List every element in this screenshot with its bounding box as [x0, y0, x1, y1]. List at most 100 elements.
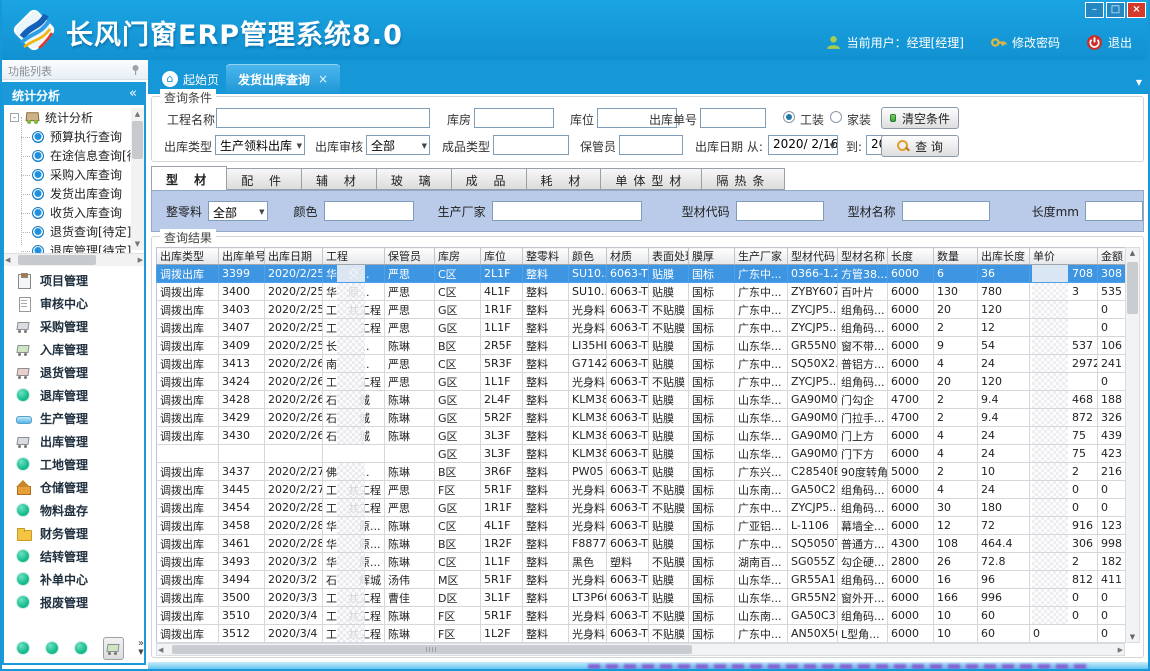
- column-header[interactable]: 单价: [1030, 248, 1098, 265]
- table-row[interactable]: 调拨出库34932020/3/2华 原...陈琳C区1L1F整料黑色塑料不贴膜国…: [157, 553, 1126, 571]
- tree-item[interactable]: 退货查询[待定]: [4, 222, 144, 241]
- sidebar-item-入库管理[interactable]: 入库管理: [4, 338, 144, 361]
- tree-horizontal-scrollbar[interactable]: ◀ ▶: [4, 253, 144, 266]
- tree-item[interactable]: 退库管理[待定]: [4, 241, 144, 253]
- material-tab[interactable]: 成 品: [452, 168, 527, 190]
- scroll-up-icon[interactable]: ▲: [1126, 249, 1139, 257]
- material-tab[interactable]: 配 件: [227, 168, 302, 190]
- table-row[interactable]: 调拨出库35122020/3/4工 共工程陈琳F区1L2F整料光身料6063-T…: [157, 625, 1126, 643]
- tree-item[interactable]: 发货出库查询: [4, 184, 144, 203]
- table-row[interactable]: 调拨出库34372020/2/27佛 ...陈琳B区3R6F整料PW056063…: [157, 463, 1126, 481]
- sidebar-item-审核中心[interactable]: 审核中心: [4, 292, 144, 315]
- project-name-input[interactable]: [216, 108, 430, 128]
- table-row[interactable]: 调拨出库34072020/2/25工 工程严思G区1L1F整料光身料6063-T…: [157, 319, 1126, 337]
- table-row[interactable]: 调拨出库35002020/3/3工 共工程曹佳D区3L1F整料LT3P60606…: [157, 589, 1126, 607]
- sidebar-item-仓储管理[interactable]: 仓储管理: [4, 476, 144, 499]
- filter-input[interactable]: [492, 201, 642, 221]
- tree-root[interactable]: - 统计分析: [4, 108, 144, 127]
- sidebar-item-结转管理[interactable]: 结转管理: [4, 545, 144, 568]
- material-tab[interactable]: 玻 璃: [377, 168, 452, 190]
- column-header[interactable]: 型材名称: [838, 248, 888, 265]
- table-row[interactable]: 调拨出库34542020/2/28工 共工程严思G区1R1F整料光身料6063-…: [157, 499, 1126, 517]
- scroll-left-icon[interactable]: ◀: [5, 254, 10, 267]
- filter-input[interactable]: [736, 201, 824, 221]
- column-header[interactable]: 库房: [435, 248, 481, 265]
- table-row[interactable]: 调拨出库34452020/2/27工 共工程严思F区5R1F整料光身料6063-…: [157, 481, 1126, 499]
- scroll-down-icon[interactable]: ▼: [1126, 633, 1139, 641]
- material-tab[interactable]: 单体型材: [601, 168, 702, 190]
- tree-item[interactable]: 采购入库查询: [4, 165, 144, 184]
- table-row[interactable]: 调拨出库34032020/2/25工 共工程严思G区1R1F整料光身料6063-…: [157, 301, 1126, 319]
- column-header[interactable]: 数量: [934, 248, 978, 265]
- sidebar-item-退库管理[interactable]: 退库管理: [4, 384, 144, 407]
- sidebar-item-项目管理[interactable]: 项目管理: [4, 269, 144, 292]
- tab-shipping-query[interactable]: 发货出库查询 ×: [226, 64, 340, 94]
- green-dot-icon[interactable]: [16, 641, 31, 656]
- table-row[interactable]: 调拨出库34302020/2/26石 城陈琳G区3L3F整料KLM3817606…: [157, 427, 1126, 445]
- sidebar-item-财务管理[interactable]: 财务管理: [4, 522, 144, 545]
- sidebar-item-补单中心[interactable]: 补单中心: [4, 568, 144, 591]
- column-header[interactable]: 生产厂家: [735, 248, 788, 265]
- out-type-select[interactable]: 生产领料出库: [215, 135, 305, 155]
- table-row[interactable]: 调拨出库34582020/2/28华 原...陈琳C区4L1F整料光身料6063…: [157, 517, 1126, 535]
- date-from-select[interactable]: 2020/ 2/16: [768, 135, 838, 155]
- cart-tool-button[interactable]: [103, 637, 124, 660]
- column-header[interactable]: 库位: [481, 248, 523, 265]
- column-header[interactable]: 材质: [607, 248, 649, 265]
- table-row[interactable]: 调拨出库34282020/2/26石 城陈琳G区2L4F整料KLM3817606…: [157, 391, 1126, 409]
- scrollbar-thumb[interactable]: [132, 121, 143, 159]
- scroll-up-icon[interactable]: ▲: [131, 108, 144, 120]
- material-tab[interactable]: 耗 材: [527, 168, 602, 190]
- column-header[interactable]: 出库长度: [978, 248, 1030, 265]
- scroll-left-icon[interactable]: ◀: [158, 644, 163, 656]
- scroll-down-icon[interactable]: ▼: [131, 238, 144, 250]
- scrollbar-thumb[interactable]: [1127, 262, 1138, 314]
- product-type-input[interactable]: [493, 135, 569, 155]
- warehouse-input[interactable]: [474, 108, 554, 128]
- green-dot-icon[interactable]: [74, 641, 89, 656]
- tree-item[interactable]: 预算执行查询: [4, 127, 144, 146]
- table-row[interactable]: 调拨出库34292020/2/26石 城陈琳G区5R2F整料KLM3817606…: [157, 409, 1126, 427]
- scroll-right-icon[interactable]: ▶: [138, 254, 143, 267]
- minimize-button[interactable]: –: [1085, 2, 1104, 18]
- column-header[interactable]: 出库日期: [265, 248, 323, 265]
- column-header[interactable]: 工程: [323, 248, 385, 265]
- table-row[interactable]: 调拨出库34942020/3/2石 辉城汤伟M区5R1F整料光身料6063-T5…: [157, 571, 1126, 589]
- table-row[interactable]: G区3L3F整料KLM38176063-T5贴膜国标山东华...GA90M09.…: [157, 445, 1126, 463]
- collapse-icon[interactable]: «: [129, 86, 137, 101]
- tree-item[interactable]: 收货入库查询: [4, 203, 144, 222]
- column-header[interactable]: 出库单号: [219, 248, 265, 265]
- scrollbar-thumb[interactable]: [172, 645, 692, 654]
- column-header[interactable]: 出库类型: [157, 248, 219, 265]
- table-row[interactable]: 调拨出库35102020/3/4工 共工程陈琳F区5R1F整料光身料6063-T…: [157, 607, 1126, 625]
- column-header[interactable]: 金额: [1098, 248, 1126, 265]
- tree-expander-icon[interactable]: -: [10, 113, 19, 122]
- keeper-input[interactable]: [619, 135, 683, 155]
- scrollbar-thumb[interactable]: [18, 255, 96, 265]
- column-header[interactable]: 整零料: [523, 248, 569, 265]
- tab-list-caret-icon[interactable]: ▼: [1136, 78, 1142, 87]
- order-no-input[interactable]: [700, 108, 766, 128]
- sidebar-item-工地管理[interactable]: 工地管理: [4, 453, 144, 476]
- filter-input[interactable]: [1085, 201, 1143, 221]
- sidebar-item-报废管理[interactable]: 报废管理: [4, 591, 144, 614]
- material-tab[interactable]: 隔热条: [702, 168, 785, 190]
- material-tab[interactable]: 辅 材: [302, 168, 377, 190]
- sidebar-item-生产管理[interactable]: 生产管理: [4, 407, 144, 430]
- table-row[interactable]: 调拨出库34092020/2/25长 ...陈琳B区2R5F整料LI35HD60…: [157, 337, 1126, 355]
- column-header[interactable]: 表面处理: [649, 248, 689, 265]
- search-button[interactable]: 查 询: [881, 135, 959, 157]
- change-password-button[interactable]: 修改密码: [990, 34, 1060, 51]
- filter-select[interactable]: 全部: [208, 201, 268, 221]
- maximize-button[interactable]: □: [1106, 2, 1125, 18]
- tab-close-icon[interactable]: ×: [318, 72, 328, 86]
- tree-vertical-scrollbar[interactable]: ▲ ▼: [131, 108, 144, 250]
- tree-item[interactable]: 在途信息查询[待定]: [4, 146, 144, 165]
- table-row[interactable]: 调拨出库34002020/2/25华 原...严思C区4L1F整料SU10...…: [157, 283, 1126, 301]
- close-button[interactable]: ×: [1127, 2, 1146, 18]
- scroll-right-icon[interactable]: ▶: [1118, 644, 1123, 656]
- overflow-button[interactable]: »▼: [138, 640, 144, 656]
- audit-select[interactable]: 全部: [366, 135, 430, 155]
- column-header[interactable]: 颜色: [569, 248, 607, 265]
- table-row[interactable]: 调拨出库34612020/2/28华 原...陈琳B区1R2F整料F8877FT…: [157, 535, 1126, 553]
